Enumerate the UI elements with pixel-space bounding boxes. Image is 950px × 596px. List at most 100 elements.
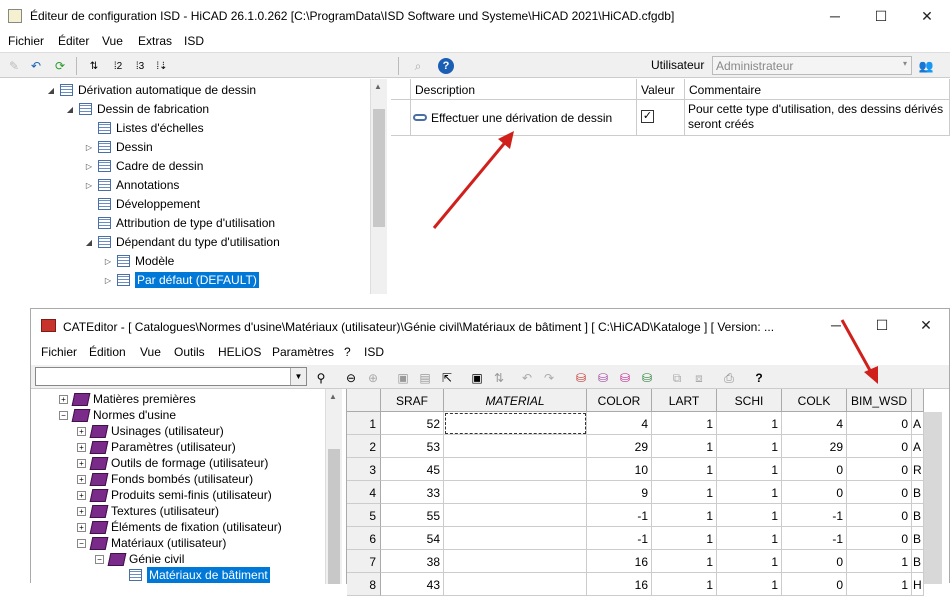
table-cell[interactable]: 9 — [587, 481, 652, 504]
expand-box-icon[interactable]: + — [77, 506, 86, 516]
expand-box-icon[interactable]: + — [77, 490, 86, 500]
document-icon[interactable]: ▤ — [415, 368, 435, 388]
value-checkbox[interactable]: ✓ — [641, 110, 654, 123]
col-schi[interactable]: SCHI — [717, 389, 782, 412]
insert-record-icon[interactable]: ⛁ — [593, 368, 613, 388]
tree-node[interactable]: ▷ Cadre de dessin — [84, 157, 203, 175]
table-cell-overflow[interactable]: R — [912, 458, 924, 481]
sort-2-icon[interactable]: ⁞2 — [108, 56, 128, 76]
expand-box-icon[interactable]: + — [77, 458, 86, 468]
tree-node[interactable]: ◢ Dépendant du type d'utilisation — [84, 233, 280, 251]
scroll-up-icon[interactable]: ▲ — [329, 392, 337, 401]
copy-icon[interactable]: ▣ — [393, 368, 413, 388]
delete-record-icon[interactable]: ⛁ — [637, 368, 657, 388]
table-cell[interactable]: 29 — [782, 435, 847, 458]
row-number[interactable]: 8 — [347, 573, 381, 596]
expand-box-icon[interactable]: + — [77, 474, 86, 484]
table-cell[interactable]: 38 — [381, 550, 444, 573]
sort-4-icon[interactable]: ⁞⇣ — [152, 56, 172, 76]
table-cell[interactable] — [444, 573, 587, 596]
menu-parametres[interactable]: Paramètres — [272, 345, 334, 359]
users-icon[interactable]: 👥 — [916, 56, 936, 76]
collapse-box-icon[interactable]: − — [77, 538, 86, 548]
collapsed-triangle-icon[interactable]: ▷ — [103, 257, 113, 266]
scroll-thumb[interactable] — [373, 109, 385, 227]
table-cell[interactable]: 1 — [652, 550, 717, 573]
redo-icon[interactable]: ↷ — [539, 368, 559, 388]
tree-node[interactable]: Attribution de type d'utilisation — [84, 214, 275, 232]
table-cell[interactable]: 1 — [847, 573, 912, 596]
row-number[interactable]: 2 — [347, 435, 381, 458]
expand-box-icon[interactable]: + — [77, 442, 86, 452]
row-number[interactable]: 4 — [347, 481, 381, 504]
table-cell[interactable]: 1 — [717, 527, 782, 550]
add-record-icon[interactable]: ⛁ — [571, 368, 591, 388]
tree-scrollbar[interactable]: ▲ — [325, 389, 342, 584]
menu-edition[interactable]: Édition — [89, 345, 126, 359]
tree-node[interactable]: ▷ Modèle — [103, 252, 174, 270]
row-number[interactable]: 7 — [347, 550, 381, 573]
table-cell[interactable]: 0 — [847, 458, 912, 481]
table-cell[interactable] — [444, 435, 587, 458]
col-description[interactable]: Description — [411, 79, 637, 100]
menu-isd[interactable]: ISD — [364, 345, 384, 359]
print-icon[interactable]: ⎙ — [719, 368, 739, 388]
table-cell[interactable] — [444, 481, 587, 504]
table-cell[interactable]: 1 — [717, 412, 782, 435]
tree-node[interactable]: Listes d'échelles — [84, 119, 204, 137]
forward-icon[interactable]: ⊕ — [363, 368, 383, 388]
undo-icon[interactable]: ↶ — [517, 368, 537, 388]
collapsed-triangle-icon[interactable]: ▷ — [84, 143, 94, 152]
row-number[interactable]: 6 — [347, 527, 381, 550]
table-cell[interactable]: 1 — [652, 527, 717, 550]
sort-3-icon[interactable]: ⁞3 — [130, 56, 150, 76]
table-cell[interactable] — [444, 550, 587, 573]
menu-help[interactable]: ? — [344, 345, 351, 359]
table-cell[interactable]: 52 — [381, 412, 444, 435]
table-scrollbar[interactable] — [924, 412, 942, 584]
table-cell[interactable]: 1 — [717, 573, 782, 596]
table-cell-overflow[interactable]: A — [912, 435, 924, 458]
table-cell[interactable] — [444, 412, 587, 435]
menu-fichier[interactable]: Fichier — [8, 34, 44, 48]
table-cell[interactable]: 1 — [652, 458, 717, 481]
minimize-button[interactable]: ─ — [812, 0, 858, 32]
table-cell[interactable]: 1 — [717, 481, 782, 504]
col-bim-wsd[interactable]: BIM_WSD — [847, 389, 912, 412]
minimize-button[interactable]: ─ — [813, 309, 859, 341]
table-cell[interactable]: 0 — [847, 527, 912, 550]
tree-scrollbar[interactable]: ▲ — [370, 79, 387, 294]
table-cell[interactable]: -1 — [782, 504, 847, 527]
tree-node-selected[interactable]: Matériaux de bâtiment — [129, 566, 270, 584]
menu-editer[interactable]: Éditer — [58, 34, 89, 48]
table-cell[interactable]: 0 — [782, 550, 847, 573]
collapse-box-icon[interactable]: − — [95, 554, 104, 564]
table-cell[interactable]: 55 — [381, 504, 444, 527]
expand-box-icon[interactable]: + — [77, 522, 86, 532]
table-cell[interactable]: 1 — [717, 550, 782, 573]
table-cell[interactable]: 0 — [847, 504, 912, 527]
table-cell[interactable]: 1 — [717, 458, 782, 481]
table-cell[interactable]: 4 — [587, 412, 652, 435]
append-record-icon[interactable]: ⛁ — [615, 368, 635, 388]
col-valeur[interactable]: Valeur — [637, 79, 685, 100]
table-cell[interactable]: 0 — [847, 481, 912, 504]
maximize-button[interactable]: ☐ — [859, 309, 905, 341]
close-button[interactable]: ✕ — [904, 0, 950, 32]
expand-box-icon[interactable]: + — [77, 426, 86, 436]
pencil-icon[interactable]: ✎ — [4, 56, 24, 76]
tree-node[interactable]: ▷ Dessin — [84, 138, 153, 156]
table-cell[interactable]: 10 — [587, 458, 652, 481]
save-icon[interactable]: ▣ — [467, 368, 487, 388]
table-cell[interactable]: 43 — [381, 573, 444, 596]
cursor-icon[interactable]: ⇱ — [437, 368, 457, 388]
table-cell[interactable]: 0 — [782, 573, 847, 596]
table-cell[interactable]: 29 — [587, 435, 652, 458]
table-cell[interactable]: 1 — [652, 412, 717, 435]
close-button[interactable]: ✕ — [903, 309, 949, 341]
table-cell[interactable]: 4 — [782, 412, 847, 435]
undo-icon[interactable]: ↶ — [26, 56, 46, 76]
menu-fichier[interactable]: Fichier — [41, 345, 77, 359]
col-colk[interactable]: COLK — [782, 389, 847, 412]
table-cell-overflow[interactable]: B — [912, 504, 924, 527]
